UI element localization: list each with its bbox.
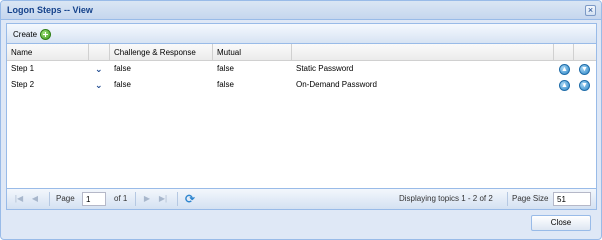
close-icon[interactable]: × [585, 5, 596, 16]
grid-header: Name Challenge & Response Mutual [7, 44, 596, 61]
move-up-icon[interactable]: ▲ [559, 80, 570, 91]
previous-page-icon[interactable]: ◀ [29, 193, 41, 205]
cell-name: Step 2 [11, 80, 35, 89]
page-size-input[interactable] [553, 192, 591, 206]
page-size-label: Page Size [512, 194, 549, 203]
cell-mutual: false [217, 80, 234, 89]
chevron-down-icon[interactable]: ⌄ [91, 77, 109, 93]
window-title: Logon Steps -- View [7, 5, 93, 15]
column-header-name[interactable]: Name [7, 44, 89, 61]
cell-mutual: false [217, 64, 234, 73]
column-header-expander [89, 44, 110, 61]
grid-body: Step 1 ⌄ false false Static Password ▲ ▼… [7, 61, 596, 93]
separator [135, 192, 136, 206]
column-header-move-up [554, 44, 574, 61]
window-titlebar: Logon Steps -- View × [1, 1, 601, 20]
column-header-description [292, 44, 554, 61]
cell-description: On-Demand Password [296, 80, 377, 89]
move-down-icon[interactable]: ▼ [579, 80, 590, 91]
cell-name: Step 1 [11, 64, 35, 73]
add-icon [40, 28, 52, 40]
separator [49, 192, 50, 206]
refresh-icon[interactable]: ⟳ [183, 192, 197, 206]
table-row[interactable]: Step 1 ⌄ false false Static Password ▲ ▼ [7, 61, 596, 77]
separator [507, 192, 508, 206]
paging-toolbar: |◀ ◀ Page of 1 ▶ ▶| ⟳ Displaying topics … [7, 188, 596, 209]
column-header-challenge-response[interactable]: Challenge & Response [110, 44, 213, 61]
grid-panel: Create Name Challenge & Response Mutual … [6, 23, 597, 210]
last-page-icon[interactable]: ▶| [157, 193, 169, 205]
cell-challenge-response: false [114, 64, 131, 73]
next-page-icon[interactable]: ▶ [141, 193, 153, 205]
grid-toolbar: Create [7, 24, 596, 44]
cell-challenge-response: false [114, 80, 131, 89]
page-count-label: of 1 [114, 194, 128, 203]
page-label: Page [56, 194, 75, 203]
chevron-down-icon[interactable]: ⌄ [91, 61, 109, 77]
separator [177, 192, 178, 206]
move-down-icon[interactable]: ▼ [579, 64, 590, 75]
logon-steps-window: Logon Steps -- View × Create Name Challe… [0, 0, 602, 240]
close-button[interactable]: Close [531, 215, 591, 231]
create-label: Create [13, 29, 38, 39]
table-row[interactable]: Step 2 ⌄ false false On-Demand Password … [7, 77, 596, 93]
display-info: Displaying topics 1 - 2 of 2 [399, 194, 493, 203]
column-header-mutual[interactable]: Mutual [213, 44, 292, 61]
page-number-input[interactable] [82, 192, 106, 206]
first-page-icon[interactable]: |◀ [13, 193, 25, 205]
cell-description: Static Password [296, 64, 354, 73]
create-button[interactable]: Create [11, 27, 53, 41]
move-up-icon[interactable]: ▲ [559, 64, 570, 75]
column-header-move-down [574, 44, 596, 61]
